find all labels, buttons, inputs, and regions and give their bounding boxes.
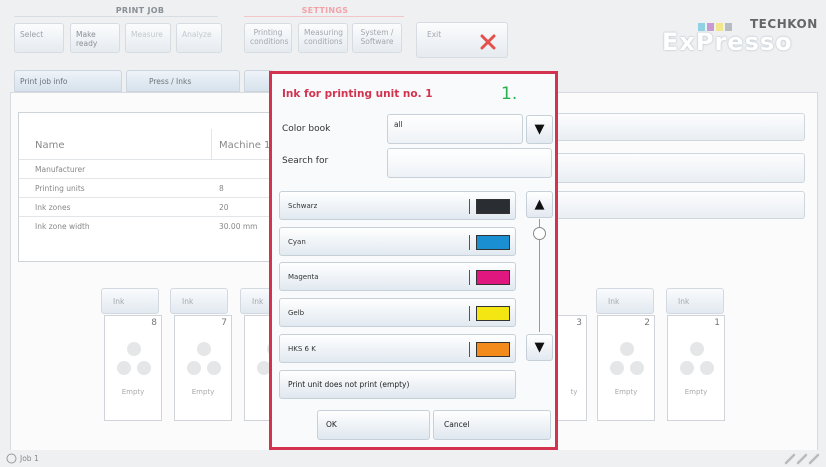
ink-row-cyan[interactable]: Cyan xyxy=(279,227,516,256)
printing-conditions-button[interactable]: Printing conditions xyxy=(244,23,292,53)
ink-button[interactable]: Ink xyxy=(170,288,228,314)
ok-button[interactable]: OK xyxy=(317,410,430,440)
scroll-up-button[interactable]: ▲ xyxy=(526,191,553,218)
right-field-2[interactable] xyxy=(540,153,805,183)
scroll-down-button[interactable]: ▼ xyxy=(526,334,553,361)
expresso-logo: ExPresso xyxy=(662,28,793,56)
ink-row-hks-6-k[interactable]: HKS 6 K xyxy=(279,334,516,363)
exit-label: Exit xyxy=(427,30,442,39)
ink-selection-dialog: Ink for printing unit no. 1 1. Color boo… xyxy=(269,71,558,450)
ink-row-magenta[interactable]: Magenta xyxy=(279,262,516,291)
print-job-group-title: PRINT JOB xyxy=(115,6,165,15)
machine-table: Name Machine 1 Manufacturer Printing uni… xyxy=(18,112,289,262)
ink-row-schwarz[interactable]: Schwarz xyxy=(279,191,516,220)
printing-unit-7[interactable]: 7 Empty xyxy=(174,315,232,421)
ink-button[interactable]: Ink xyxy=(101,288,159,314)
printing-unit-8[interactable]: 8 Empty xyxy=(104,315,162,421)
system-software-button[interactable]: System / Software xyxy=(352,23,402,53)
settings-group-title: SETTINGS xyxy=(301,6,349,15)
color-book-select[interactable]: all xyxy=(387,114,523,144)
table-row: Ink zones 20 xyxy=(19,197,289,216)
right-field-1[interactable] xyxy=(540,113,805,141)
color-book-dropdown-button[interactable]: ▼ xyxy=(526,115,553,144)
settings-group-line xyxy=(244,16,404,17)
step-number: 1. xyxy=(501,84,518,104)
measure-button[interactable]: Measure xyxy=(125,23,171,53)
table-row: Printing units 8 xyxy=(19,178,289,197)
dialog-title: Ink for printing unit no. 1 xyxy=(282,88,433,100)
printing-unit-2[interactable]: 2 Empty xyxy=(597,315,655,421)
measuring-conditions-button[interactable]: Measuring conditions xyxy=(298,23,348,53)
job-label: Job 1 xyxy=(20,454,39,463)
print-job-group-line xyxy=(14,16,218,17)
analyze-button[interactable]: Analyze xyxy=(176,23,222,53)
color-swatch xyxy=(476,199,510,214)
table-row: Manufacturer xyxy=(19,159,289,178)
job-icon xyxy=(6,453,17,464)
make-ready-button[interactable]: Make ready xyxy=(70,23,120,53)
cancel-button[interactable]: Cancel xyxy=(433,410,551,440)
no-print-button[interactable]: Print unit does not print (empty) xyxy=(279,370,516,399)
ink-button[interactable]: Ink xyxy=(596,288,654,314)
color-swatch xyxy=(476,342,510,357)
table-divider xyxy=(211,129,212,159)
right-field-3[interactable] xyxy=(540,191,805,219)
color-swatch xyxy=(476,235,510,250)
search-label: Search for xyxy=(282,156,329,166)
scroll-thumb[interactable] xyxy=(533,227,546,240)
color-swatch xyxy=(476,270,510,285)
color-book-label: Color book xyxy=(282,124,331,134)
ink-row-gelb[interactable]: Gelb xyxy=(279,298,516,327)
status-bar: Job 1 xyxy=(0,450,826,467)
table-row: Ink zone width 30.00 mm xyxy=(19,216,289,235)
table-header-name: Name xyxy=(35,140,65,151)
tab-press-inks[interactable]: Press / Inks xyxy=(126,70,240,92)
select-button[interactable]: Select xyxy=(14,23,64,53)
search-input[interactable] xyxy=(387,148,552,178)
tab-print-job-info[interactable]: Print job info xyxy=(14,70,122,92)
exit-button[interactable]: Exit xyxy=(416,22,508,58)
close-icon xyxy=(480,34,496,50)
table-header-machine: Machine 1 xyxy=(219,140,271,151)
ink-button[interactable]: Ink xyxy=(666,288,724,314)
color-swatch xyxy=(476,306,510,321)
tools-icon xyxy=(784,453,820,465)
printing-unit-1[interactable]: 1 Empty xyxy=(667,315,725,421)
